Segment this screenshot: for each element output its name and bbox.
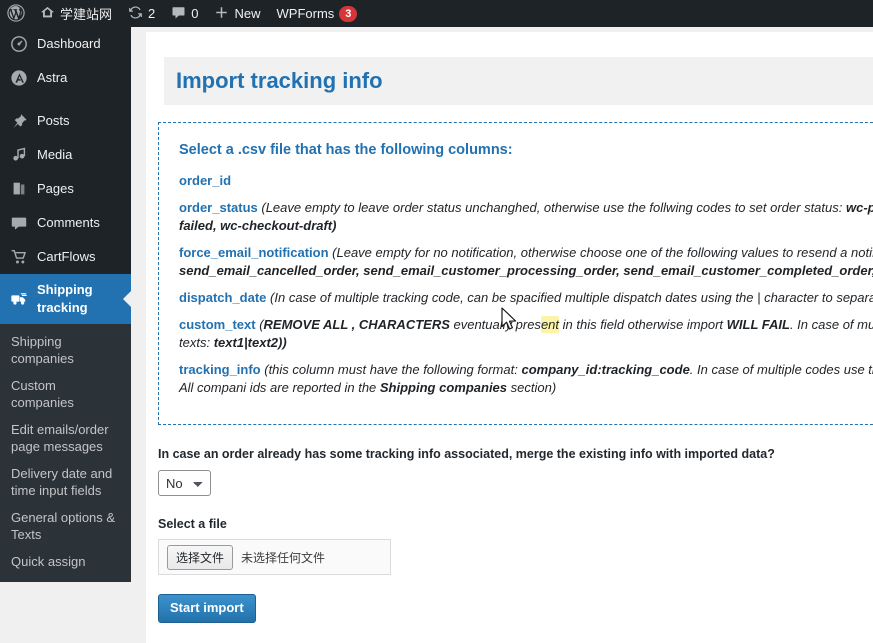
sidebar-item-comments[interactable]: Comments [0,206,131,240]
content-area: Import tracking info Select a .csv file … [131,27,873,643]
column-desc-bold-b: WILL FAIL [726,317,790,332]
cart-icon [9,247,29,267]
column-desc-bold-a: REMOVE ALL , CHARACTERS [263,317,450,332]
file-input[interactable]: 选择文件 未选择任何文件 [158,539,391,575]
sidebar-item-label: Pages [37,181,74,196]
page-title-bar: Import tracking info [164,57,873,105]
admin-sidebar-menu: Dashboard Astra Posts Media Pages Commen… [0,27,131,582]
column-desc-line2-b: section) [507,380,557,395]
sidebar-item-label: Astra [37,70,68,85]
column-desc-bold-a: company_id:tracking_code [521,362,690,377]
column-name: order_id [179,173,232,188]
comment-icon [9,213,29,233]
submenu-item-general-options[interactable]: General options & Texts [0,504,131,548]
pages-icon [9,179,29,199]
home-icon [40,5,55,22]
csv-format-instructions: Select a .csv file that has the followin… [158,122,873,425]
start-import-button[interactable]: Start import [158,594,256,623]
column-desc-line2-bold: text1|text2)) [213,335,287,350]
column-name: order_status [179,200,258,215]
column-spec-order-status: order_status (Leave empty to leave order… [179,199,873,235]
column-desc-line2: texts: [179,335,214,350]
updates-menu[interactable]: 2 [120,0,163,27]
submenu-item-shipping-companies[interactable]: Shipping companies [0,328,131,372]
sidebar-separator [0,95,131,104]
column-desc: (Leave empty to leave order status uncha… [257,200,846,215]
column-name: tracking_info [179,362,261,377]
wpforms-label: WPForms [276,6,335,21]
truck-icon [9,289,29,309]
site-name-label: 学建站网 [60,7,113,22]
column-desc-a: ( [255,317,264,332]
column-desc-bold: wc-pending, wc-proc [845,200,873,215]
file-status-text: 未选择任何文件 [241,550,326,565]
sidebar-item-label: Media [37,147,73,162]
column-spec-custom-text: custom_text (REMOVE ALL , CHARACTERS eve… [179,316,873,352]
updates-icon [128,5,143,22]
column-desc-c: in this field otherwise import [559,317,727,332]
column-name: dispatch_date [179,290,267,305]
choose-file-button[interactable]: 选择文件 [167,544,234,570]
sidebar-item-label: Shipping tracking [37,282,93,315]
wpforms-menu[interactable]: WPForms 3 [269,0,366,27]
sidebar-item-posts[interactable]: Posts [0,104,131,138]
column-spec-tracking-info: tracking_info (this column must have the… [179,361,873,397]
column-desc-a: (this column must have the following for… [260,362,522,377]
sidebar-item-shipping-tracking[interactable]: Shipping tracking [0,274,131,324]
submenu-item-bulk-import[interactable]: Bulk import [0,575,131,582]
sidebar-item-label: Dashboard [37,36,101,51]
comment-bubble-icon [171,5,186,22]
column-spec-dispatch-date: dispatch_date (In case of multiple track… [179,289,873,307]
sidebar-item-label: CartFlows [37,249,96,264]
new-label: New [234,6,261,21]
sidebar-item-astra[interactable]: Astra [0,61,131,95]
wpforms-count-badge: 3 [339,5,358,22]
sidebar-item-cartflows[interactable]: CartFlows [0,240,131,274]
pin-icon [9,111,29,131]
merge-select[interactable]: No Yes [158,470,211,496]
comments-count: 0 [191,6,199,21]
plus-icon [214,5,229,22]
admin-bar: 学建站网 2 0 New WPForms 3 [0,0,873,27]
column-spec-force-email-notification: force_email_notification (Leave empty fo… [179,244,873,280]
site-name-menu[interactable]: 学建站网 [32,0,120,27]
page-title: Import tracking info [176,68,383,93]
submenu-item-custom-companies[interactable]: Custom companies [0,372,131,416]
column-name: custom_text [179,317,256,332]
wordpress-logo-icon [7,3,25,24]
submenu-item-delivery-date-fields[interactable]: Delivery date and time input fields [0,460,131,504]
column-desc-b: . In case of multiple codes use the | to… [689,362,873,377]
astra-icon [9,68,29,88]
page-body: Import tracking info Select a .csv file … [146,32,873,643]
sidebar-item-media[interactable]: Media [0,138,131,172]
sidebar-item-label: Comments [37,215,100,230]
column-spec-order-id: order_id [179,172,873,190]
new-content-menu[interactable]: New [206,0,268,27]
comments-menu[interactable]: 0 [163,0,206,27]
submenu-item-quick-assign[interactable]: Quick assign [0,548,131,575]
sidebar-item-label: Posts [37,113,70,128]
merge-question-label: In case an order already has some tracki… [158,447,775,461]
submenu-item-edit-emails[interactable]: Edit emails/order page messages [0,416,131,460]
media-icon [9,145,29,165]
dashboard-icon [9,34,29,54]
column-desc-line2-bold: Shipping companies [379,380,508,395]
sidebar-item-pages[interactable]: Pages [0,172,131,206]
shipping-tracking-submenu: Shipping companies Custom companies Edit… [0,324,131,582]
column-desc-line2: failed, wc-checkout-draft) [179,218,337,233]
column-desc-line2: send_email_cancelled_order, send_email_c… [179,263,873,278]
column-desc-b: eventually pres [449,317,541,332]
wordpress-logo-button[interactable] [0,0,32,27]
instructions-heading: Select a .csv file that has the followin… [179,142,513,158]
column-desc-d: . In case of multiple tracking code [789,317,873,332]
column-desc: (In case of multiple tracking code, can … [266,290,873,305]
sidebar-item-dashboard[interactable]: Dashboard [0,27,131,61]
column-desc-line2-a: All compani ids are reported in the [179,380,380,395]
updates-count: 2 [148,6,156,21]
select-file-label: Select a file [158,517,227,531]
column-desc: (Leave empty for no notification, otherw… [332,245,873,260]
highlighted-text: ent [540,316,560,333]
column-name: force_email_notification [179,245,329,260]
